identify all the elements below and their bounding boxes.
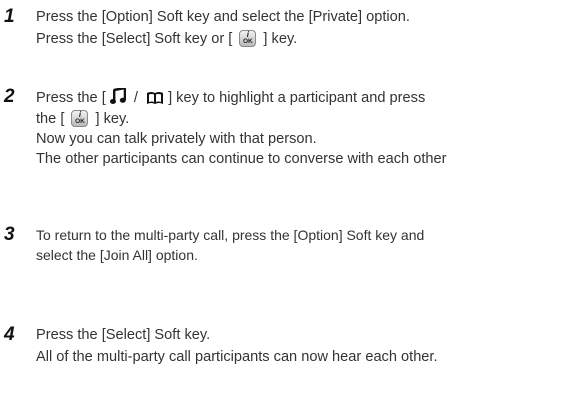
step-number: 3 [4,224,15,245]
step-number: 4 [4,324,15,345]
step-text-line: Now you can talk privately with that per… [36,131,317,147]
ok-key-icon: i OK [239,30,257,47]
music-note-icon [109,86,127,110]
step-text-line: the [ i OK ] key. [36,110,130,127]
step-number: 2 [4,86,15,107]
step-number: 1 [4,6,15,27]
step-text-line: Press the [Option] Soft key and select t… [36,9,410,25]
ok-key-icon: i OK [71,110,89,127]
step-text-line: All of the multi-party call participants… [36,349,438,365]
step-text-line: Press the [Select] Soft key or [ i OK ] … [36,30,298,47]
step-text-line: The other participants can continue to c… [36,151,447,167]
book-icon [146,91,164,110]
step-text-line: Press the [ / ] key to highlight a parti… [36,86,425,110]
step-text-line: select the [Join All] option. [36,247,198,263]
step-text-line: Press the [Select] Soft key. [36,327,211,343]
step-text-line: To return to the multi-party call, press… [36,227,425,243]
